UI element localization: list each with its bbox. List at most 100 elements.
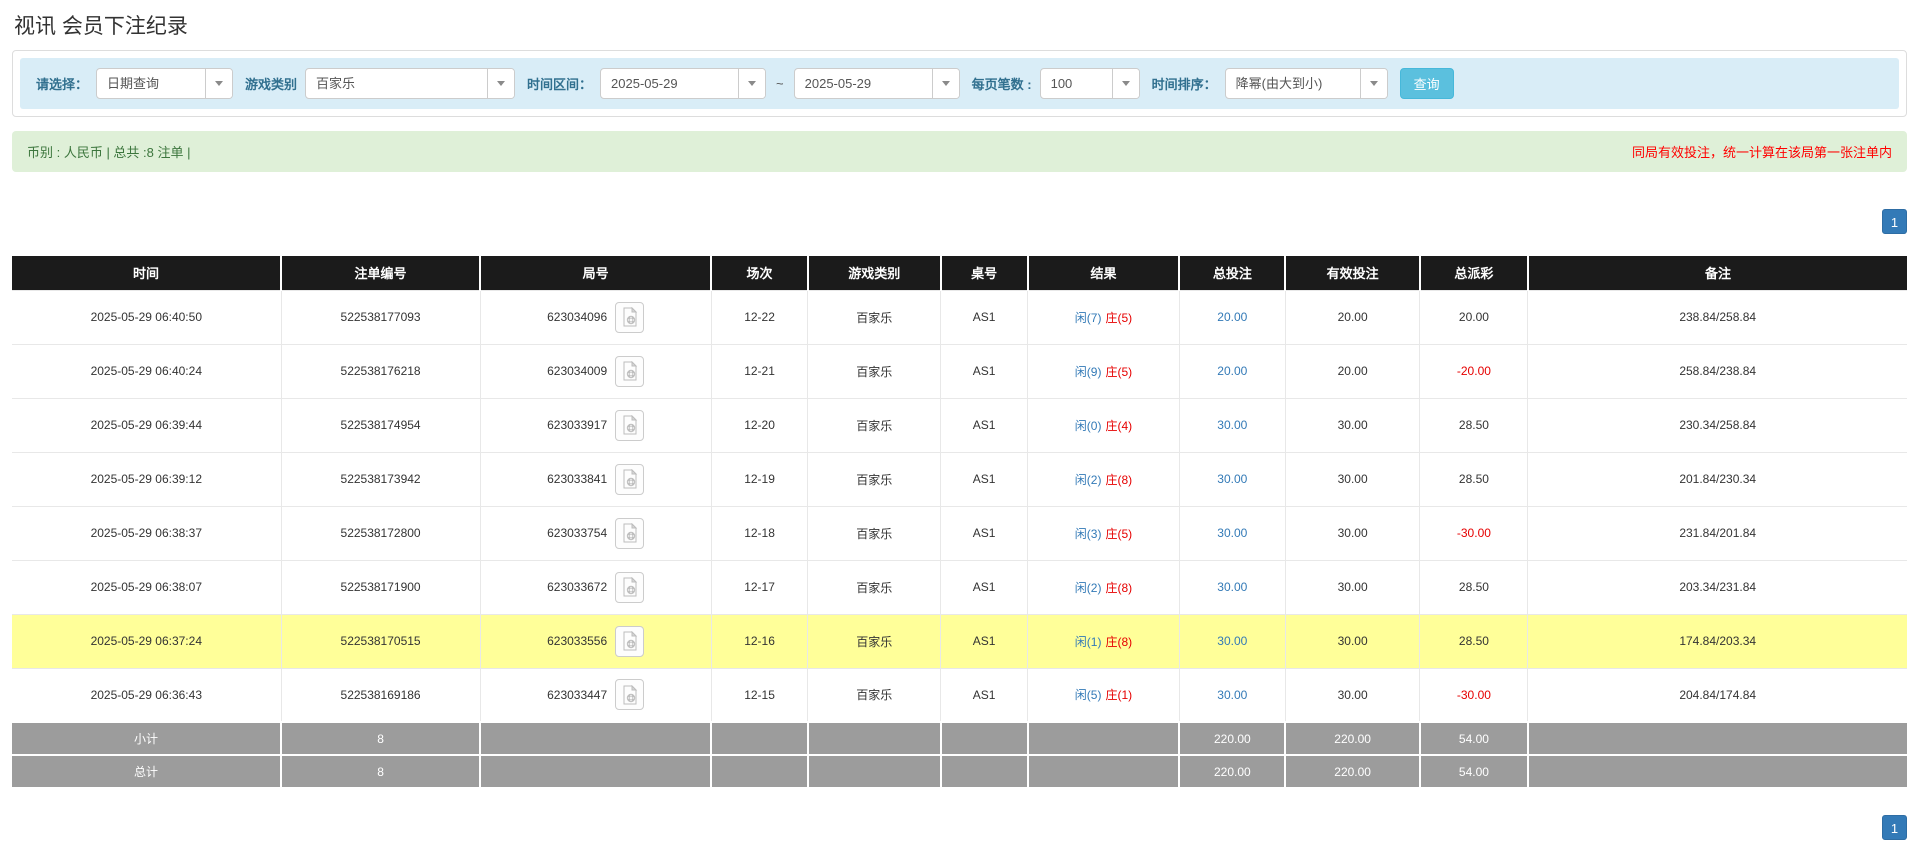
- cell-bet-id: 522538173942: [281, 452, 480, 506]
- column-header: 总派彩: [1420, 256, 1528, 290]
- cell-result: 闲(5)庄(1): [1028, 668, 1180, 722]
- cell-session: 12-17: [711, 560, 808, 614]
- payout-value: -30.00: [1457, 526, 1491, 540]
- total-bet-link[interactable]: 30.00: [1217, 634, 1247, 648]
- chevron-down-icon[interactable]: [205, 69, 232, 98]
- page-size-select[interactable]: 100: [1040, 68, 1140, 99]
- game-type-value: 百家乐: [306, 69, 487, 98]
- page-button-1[interactable]: 1: [1882, 815, 1907, 840]
- subtotal-row: 小计8220.00220.0054.00: [12, 722, 1907, 755]
- table-row: 2025-05-29 06:38:37522538172800623033754…: [12, 506, 1907, 560]
- chevron-down-icon[interactable]: [1112, 69, 1139, 98]
- total-bet-link[interactable]: 20.00: [1217, 364, 1247, 378]
- date-to-value: 2025-05-29: [795, 69, 932, 98]
- cell-game-type: 百家乐: [808, 452, 941, 506]
- summary-game: [808, 722, 941, 755]
- cell-table-no: AS1: [941, 290, 1028, 344]
- total-bet-link[interactable]: 30.00: [1217, 688, 1247, 702]
- cell-bet-id: 522538170515: [281, 614, 480, 668]
- cell-total-bet: 20.00: [1179, 290, 1285, 344]
- column-header: 结果: [1028, 256, 1180, 290]
- result-banker: 庄(4): [1105, 419, 1132, 433]
- total-bet-link[interactable]: 20.00: [1217, 310, 1247, 324]
- column-header: 备注: [1528, 256, 1907, 290]
- search-button[interactable]: 查询: [1400, 68, 1454, 99]
- round-number: 623033447: [547, 688, 607, 702]
- video-playback-button[interactable]: [615, 679, 644, 710]
- page-title: 视讯 会员下注纪录: [14, 10, 1907, 40]
- cell-total-bet: 30.00: [1179, 452, 1285, 506]
- cell-time: 2025-05-29 06:38:37: [12, 506, 281, 560]
- cell-valid-bet: 30.00: [1285, 614, 1420, 668]
- round-number: 623033917: [547, 418, 607, 432]
- cell-round-id: 623033754: [480, 506, 711, 560]
- summary-table: [941, 722, 1028, 755]
- chevron-down-icon[interactable]: [932, 69, 959, 98]
- cell-remark: 231.84/201.84: [1528, 506, 1907, 560]
- cell-valid-bet: 30.00: [1285, 668, 1420, 722]
- cell-result: 闲(9)庄(5): [1028, 344, 1180, 398]
- result-banker: 庄(5): [1105, 527, 1132, 541]
- cell-game-type: 百家乐: [808, 668, 941, 722]
- table-row: 2025-05-29 06:39:12522538173942623033841…: [12, 452, 1907, 506]
- chevron-down-icon[interactable]: [1360, 69, 1387, 98]
- cell-total-bet: 30.00: [1179, 506, 1285, 560]
- notice-currency-total: 币别 : 人民币 | 总共 :8 注单 |: [27, 142, 191, 161]
- page-root: 视讯 会员下注纪录 请选择： 日期查询 游戏类别 百家乐 时间区间： 2025-…: [0, 0, 1919, 840]
- total-bet-link[interactable]: 30.00: [1217, 580, 1247, 594]
- video-playback-button[interactable]: [615, 464, 644, 495]
- cell-session: 12-16: [711, 614, 808, 668]
- date-from-value: 2025-05-29: [601, 69, 738, 98]
- video-playback-button[interactable]: [615, 518, 644, 549]
- total-bet-link[interactable]: 30.00: [1217, 526, 1247, 540]
- cell-result: 闲(2)庄(8): [1028, 560, 1180, 614]
- cell-time: 2025-05-29 06:39:12: [12, 452, 281, 506]
- total-bet-link[interactable]: 30.00: [1217, 418, 1247, 432]
- query-type-value: 日期查询: [97, 69, 205, 98]
- summary-remark: [1528, 722, 1907, 755]
- date-from-select[interactable]: 2025-05-29: [600, 68, 766, 99]
- cell-table-no: AS1: [941, 344, 1028, 398]
- query-type-select[interactable]: 日期查询: [96, 68, 233, 99]
- cell-time: 2025-05-29 06:40:50: [12, 290, 281, 344]
- cell-game-type: 百家乐: [808, 614, 941, 668]
- cell-result: 闲(7)庄(5): [1028, 290, 1180, 344]
- cell-result: 闲(0)庄(4): [1028, 398, 1180, 452]
- date-range-separator: ~: [776, 76, 784, 91]
- page-size-value: 100: [1041, 69, 1112, 98]
- date-to-select[interactable]: 2025-05-29: [794, 68, 960, 99]
- cell-bet-id: 522538177093: [281, 290, 480, 344]
- payout-value: 28.50: [1459, 472, 1489, 486]
- chevron-down-icon[interactable]: [487, 69, 514, 98]
- payout-value: -30.00: [1457, 688, 1491, 702]
- result-player: 闲(2): [1075, 581, 1102, 595]
- cell-bet-id: 522538172800: [281, 506, 480, 560]
- cell-remark: 201.84/230.34: [1528, 452, 1907, 506]
- total-bet-link[interactable]: 30.00: [1217, 472, 1247, 486]
- cell-remark: 258.84/238.84: [1528, 344, 1907, 398]
- video-playback-button[interactable]: [615, 410, 644, 441]
- summary-session: [711, 755, 808, 788]
- cell-result: 闲(1)庄(8): [1028, 614, 1180, 668]
- filter-panel: 请选择： 日期查询 游戏类别 百家乐 时间区间： 2025-05-29 ~ 20…: [12, 50, 1907, 117]
- video-file-icon: [620, 631, 640, 651]
- table-row: 2025-05-29 06:36:43522538169186623033447…: [12, 668, 1907, 722]
- sort-order-label: 时间排序：: [1152, 74, 1217, 93]
- cell-valid-bet: 30.00: [1285, 506, 1420, 560]
- sort-order-select[interactable]: 降幂(由大到小): [1225, 68, 1388, 99]
- table-row: 2025-05-29 06:39:44522538174954623033917…: [12, 398, 1907, 452]
- cell-bet-id: 522538174954: [281, 398, 480, 452]
- video-playback-button[interactable]: [615, 356, 644, 387]
- video-file-icon: [620, 469, 640, 489]
- summary-table: [941, 755, 1028, 788]
- video-playback-button[interactable]: [615, 626, 644, 657]
- cell-remark: 203.34/231.84: [1528, 560, 1907, 614]
- filter-bar: 请选择： 日期查询 游戏类别 百家乐 时间区间： 2025-05-29 ~ 20…: [20, 58, 1899, 109]
- payout-value: 28.50: [1459, 418, 1489, 432]
- page-button-1[interactable]: 1: [1882, 209, 1907, 234]
- game-type-select[interactable]: 百家乐: [305, 68, 515, 99]
- video-playback-button[interactable]: [615, 302, 644, 333]
- summary-round: [480, 755, 711, 788]
- video-playback-button[interactable]: [615, 572, 644, 603]
- chevron-down-icon[interactable]: [738, 69, 765, 98]
